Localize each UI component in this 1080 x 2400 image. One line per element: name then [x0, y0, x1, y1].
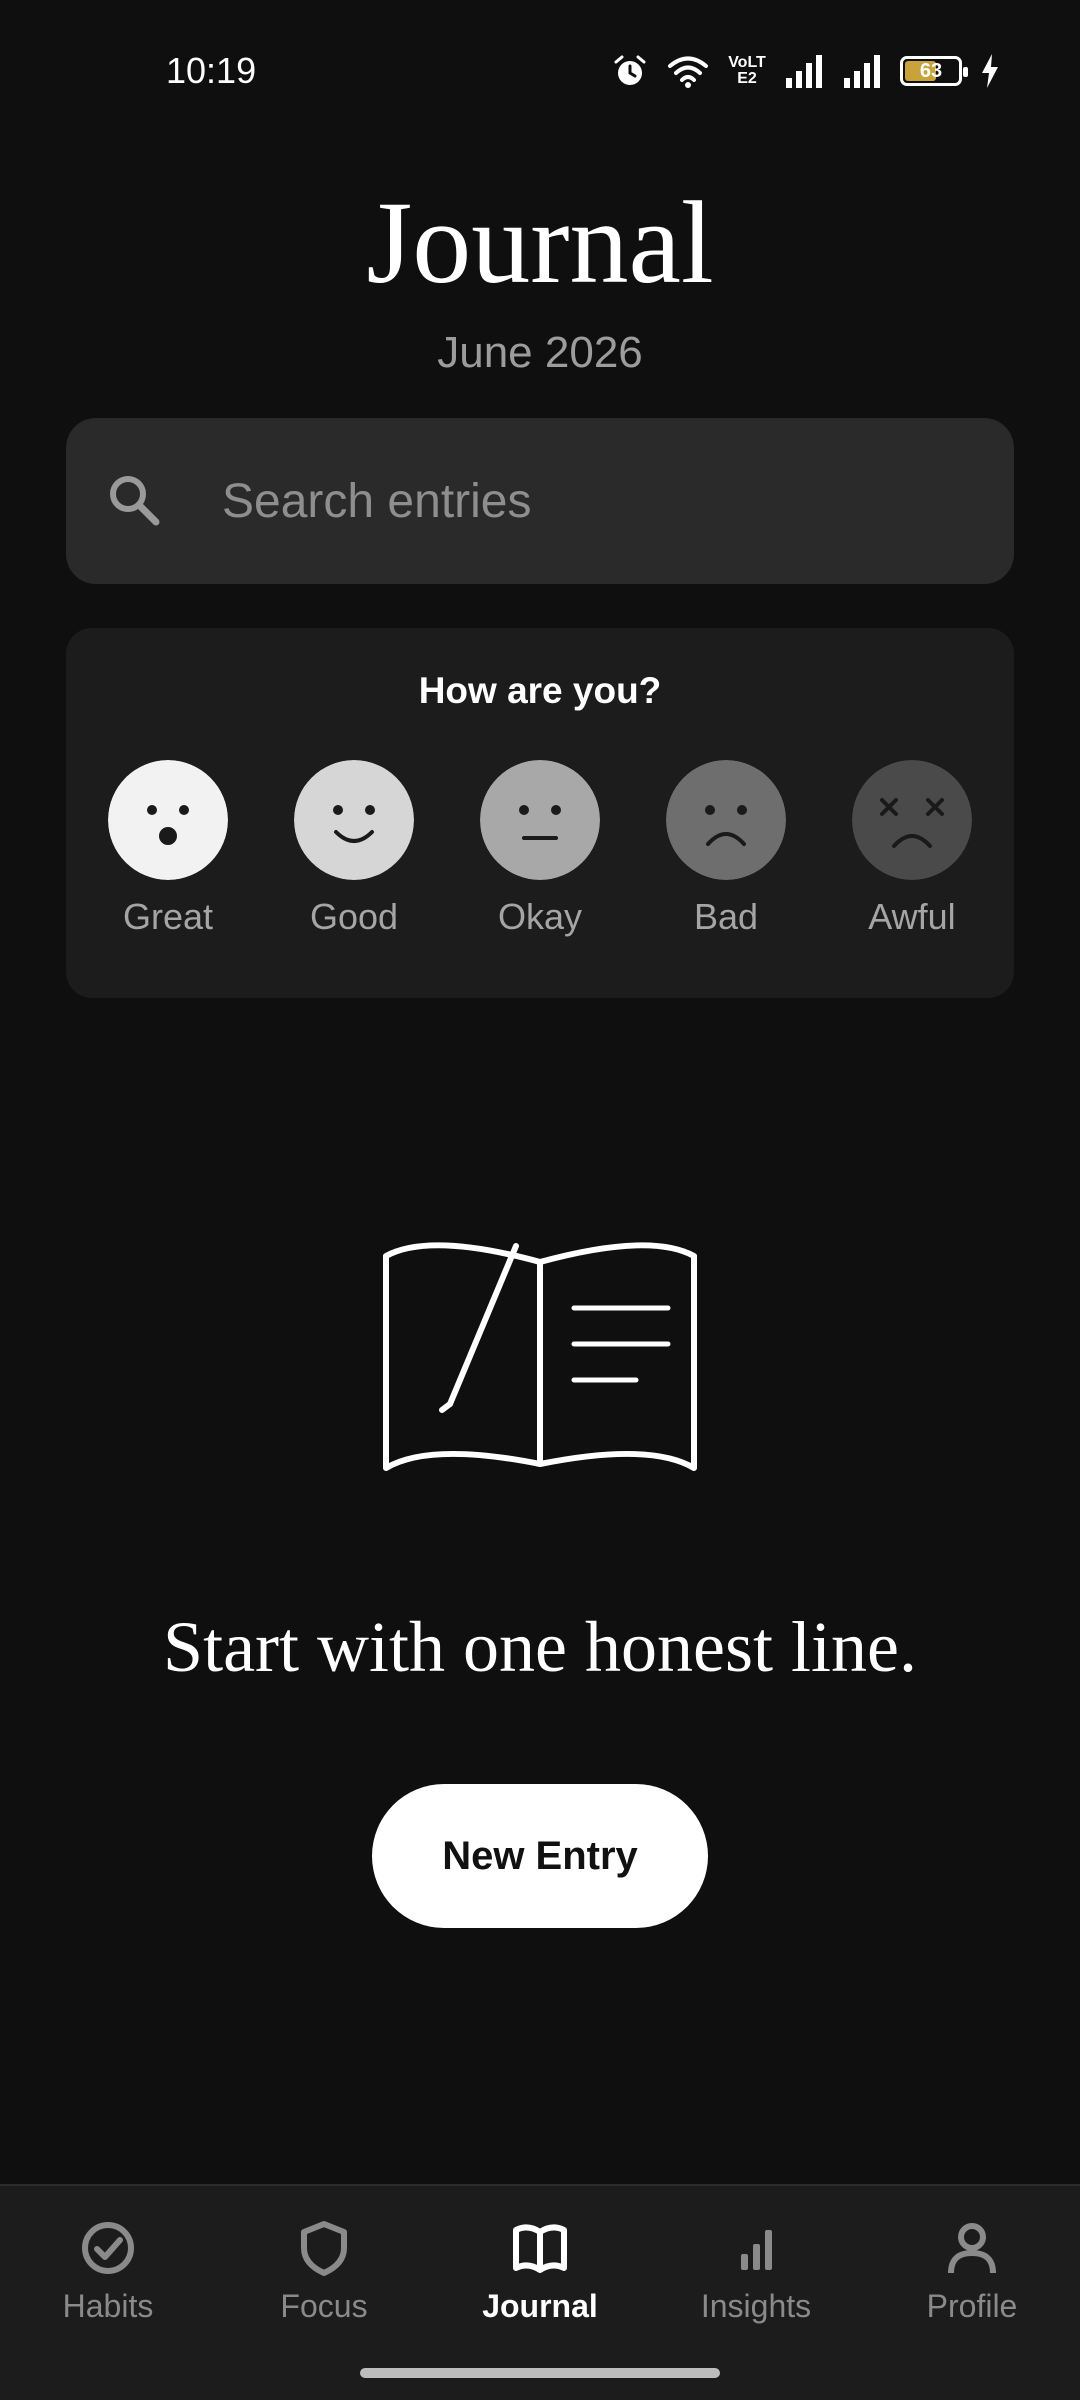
charging-bolt-icon	[982, 54, 998, 88]
mood-label: Good	[309, 896, 399, 937]
new-entry-button[interactable]: New Entry	[372, 1784, 708, 1928]
book-icon	[513, 2224, 567, 2273]
mood-title: How are you?	[418, 670, 662, 711]
status-bar: 10:19 VoLTE2 63	[0, 0, 1080, 144]
surprised-face-icon	[108, 760, 228, 880]
month-subtitle: June 2026	[437, 328, 643, 377]
mood-option-awful[interactable]: Awful	[832, 760, 992, 938]
nav-label: Insights	[700, 2288, 812, 2324]
battery-level: 63	[919, 60, 943, 82]
mood-option-okay[interactable]: Okay	[460, 760, 620, 938]
status-icons: VoLTE2 63	[612, 50, 1000, 92]
open-book-pen-icon	[383, 1242, 697, 1471]
nav-item-focus[interactable]: Focus	[224, 2220, 424, 2325]
mood-label: Okay	[497, 896, 583, 937]
nav-item-habits[interactable]: Habits	[8, 2220, 208, 2325]
mood-label: Awful	[868, 896, 956, 937]
bar-chart-icon	[741, 2230, 772, 2270]
nav-label: Profile	[926, 2288, 1018, 2324]
mood-label: Great	[122, 896, 214, 937]
mood-label: Bad	[693, 896, 759, 937]
journal-screen: 10:19 VoLTE2 63 Journal June 2026 Search…	[0, 0, 1080, 2400]
wifi-icon	[668, 56, 708, 88]
volte-indicator: VoLTE2	[728, 54, 766, 87]
battery-icon: 63	[900, 56, 968, 86]
signal-1-icon	[786, 55, 822, 88]
person-icon	[948, 2223, 996, 2274]
smile-face-icon	[294, 760, 414, 880]
dead-face-icon	[852, 760, 972, 880]
page-title: Journal	[366, 177, 714, 308]
nav-label: Journal	[482, 2288, 598, 2324]
check-circle-icon	[82, 2222, 134, 2274]
nav-item-journal[interactable]: Journal	[440, 2220, 640, 2325]
mood-option-bad[interactable]: Bad	[646, 760, 806, 938]
status-time: 10:19	[166, 50, 257, 91]
search-icon	[110, 476, 160, 526]
home-indicator[interactable]	[360, 2368, 720, 2378]
mood-option-great[interactable]: Great	[88, 760, 248, 938]
nav-label: Focus	[280, 2288, 368, 2324]
mood-card: How are you? Great Good Okay Bad Awful	[66, 628, 1014, 998]
alarm-icon	[614, 55, 646, 85]
mood-option-good[interactable]: Good	[274, 760, 434, 938]
nav-item-profile[interactable]: Profile	[872, 2220, 1072, 2325]
signal-2-icon	[844, 55, 880, 88]
nav-item-insights[interactable]: Insights	[656, 2220, 856, 2325]
nav-label: Habits	[62, 2288, 154, 2324]
search-input[interactable]	[222, 470, 982, 532]
sad-face-icon	[666, 760, 786, 880]
neutral-face-icon	[480, 760, 600, 880]
shield-icon	[301, 2221, 347, 2276]
empty-state-message: Start with one honest line.	[163, 1607, 917, 1687]
